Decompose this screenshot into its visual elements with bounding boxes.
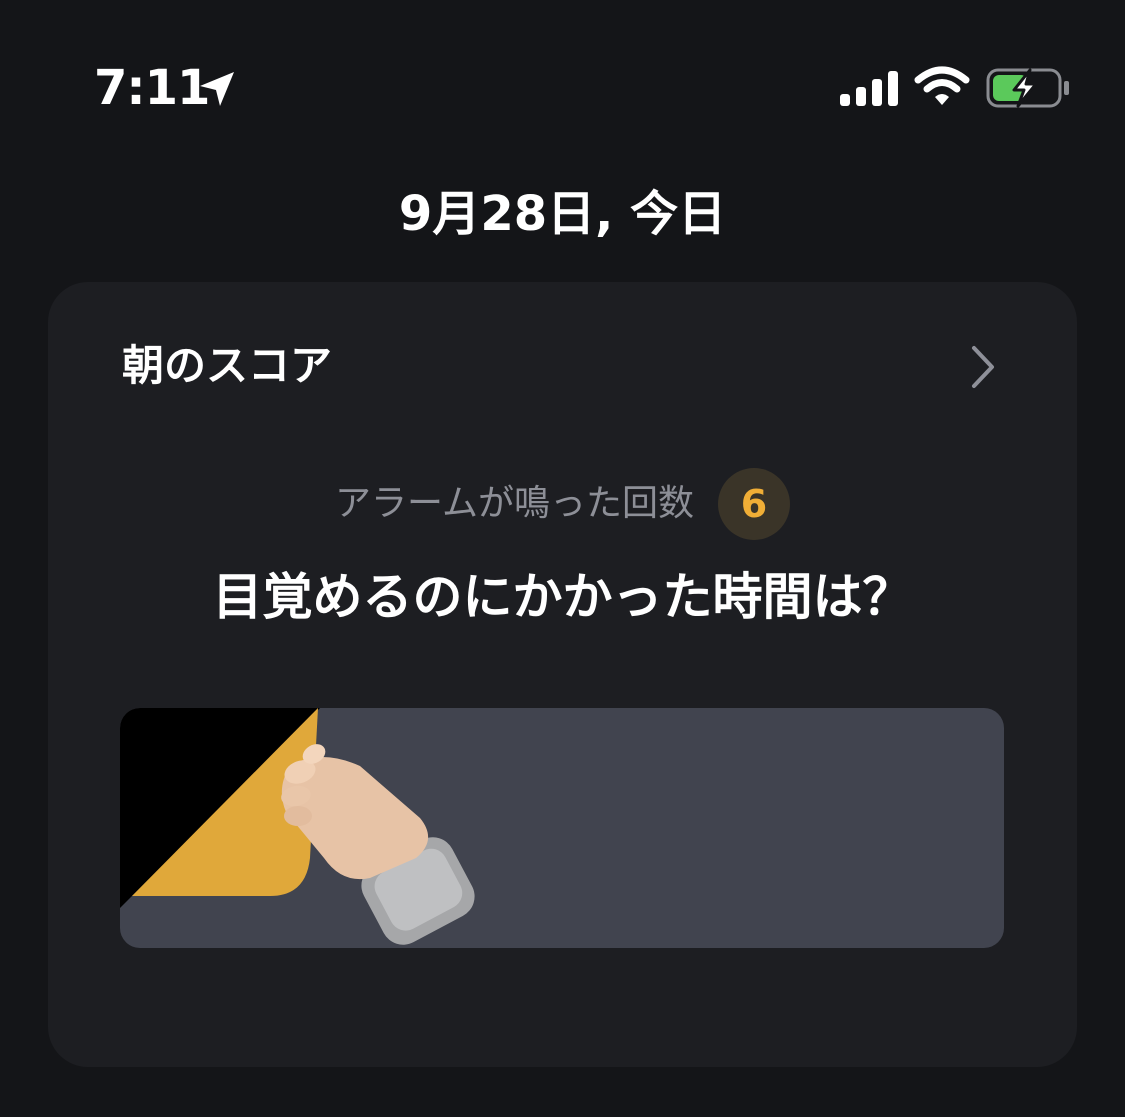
snooze-count-label: アラームが鳴った回数 [335, 483, 694, 524]
card-header[interactable]: 朝のスコア [48, 282, 1077, 452]
chevron-right-icon[interactable] [968, 344, 998, 390]
snooze-count-badge: 6 [717, 468, 790, 540]
card-title: 朝のスコア [122, 341, 333, 390]
date-header: 9月28日, 今日 [398, 186, 727, 242]
cellular-signal-icon [840, 71, 898, 106]
battery-charging-icon [986, 68, 1069, 108]
peel-banner[interactable] [120, 708, 1004, 948]
morning-score-card: 朝のスコア アラームが鳴った回数 6 目覚めるのにかかった時間は？ [48, 282, 1077, 1067]
peel-sticker-illustration [120, 708, 475, 945]
screen: 7:11 9月28日, 今日 朝のスコア アラームが鳴った回数 6 目覚めるのに… [0, 0, 1125, 1117]
wifi-icon [914, 66, 970, 105]
status-bar: 7:11 [0, 0, 1125, 150]
location-arrow-icon [200, 72, 234, 106]
status-time: 7:11 [94, 60, 210, 116]
snooze-count-row: アラームが鳴った回数 6 [48, 468, 1077, 540]
wake-time-question: 目覚めるのにかかった時間は？ [212, 568, 913, 626]
